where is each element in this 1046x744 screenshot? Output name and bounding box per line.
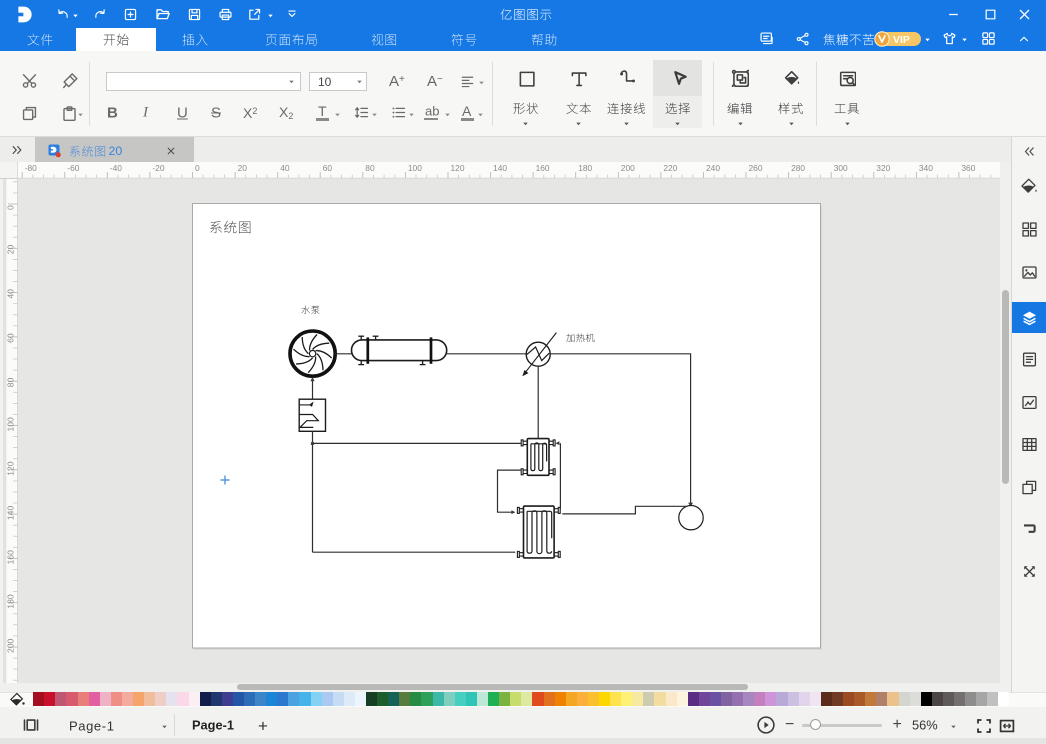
svg-text:120: 120 (6, 461, 16, 476)
svg-text:80: 80 (6, 377, 16, 387)
svg-text:280: 280 (791, 163, 805, 173)
svg-text:300: 300 (834, 163, 848, 173)
svg-text:180: 180 (578, 163, 592, 173)
svg-text:260: 260 (749, 163, 763, 173)
svg-text:40: 40 (280, 163, 290, 173)
svg-text:120: 120 (451, 163, 465, 173)
svg-text:-40: -40 (110, 163, 122, 173)
svg-text:360: 360 (961, 163, 975, 173)
svg-text:0: 0 (6, 205, 16, 210)
svg-text:-20: -20 (152, 163, 164, 173)
svg-text:140: 140 (493, 163, 507, 173)
svg-text:160: 160 (536, 163, 550, 173)
svg-text:20: 20 (238, 163, 248, 173)
svg-text:0: 0 (195, 163, 200, 173)
svg-text:60: 60 (6, 333, 16, 343)
svg-text:-80: -80 (25, 163, 37, 173)
svg-text:100: 100 (408, 163, 422, 173)
svg-text:80: 80 (365, 163, 375, 173)
svg-text:200: 200 (6, 638, 16, 653)
svg-text:200: 200 (621, 163, 635, 173)
svg-text:VIP: VIP (893, 34, 910, 46)
svg-text:40: 40 (6, 289, 16, 299)
svg-text:60: 60 (323, 163, 333, 173)
svg-text:320: 320 (876, 163, 890, 173)
svg-text:180: 180 (6, 594, 16, 609)
svg-text:160: 160 (6, 550, 16, 565)
svg-text:20: 20 (6, 245, 16, 255)
svg-text:-60: -60 (67, 163, 79, 173)
svg-text:140: 140 (6, 506, 16, 521)
svg-text:220: 220 (663, 163, 677, 173)
svg-text:240: 240 (706, 163, 720, 173)
svg-text:100: 100 (6, 417, 16, 432)
svg-text:340: 340 (919, 163, 933, 173)
